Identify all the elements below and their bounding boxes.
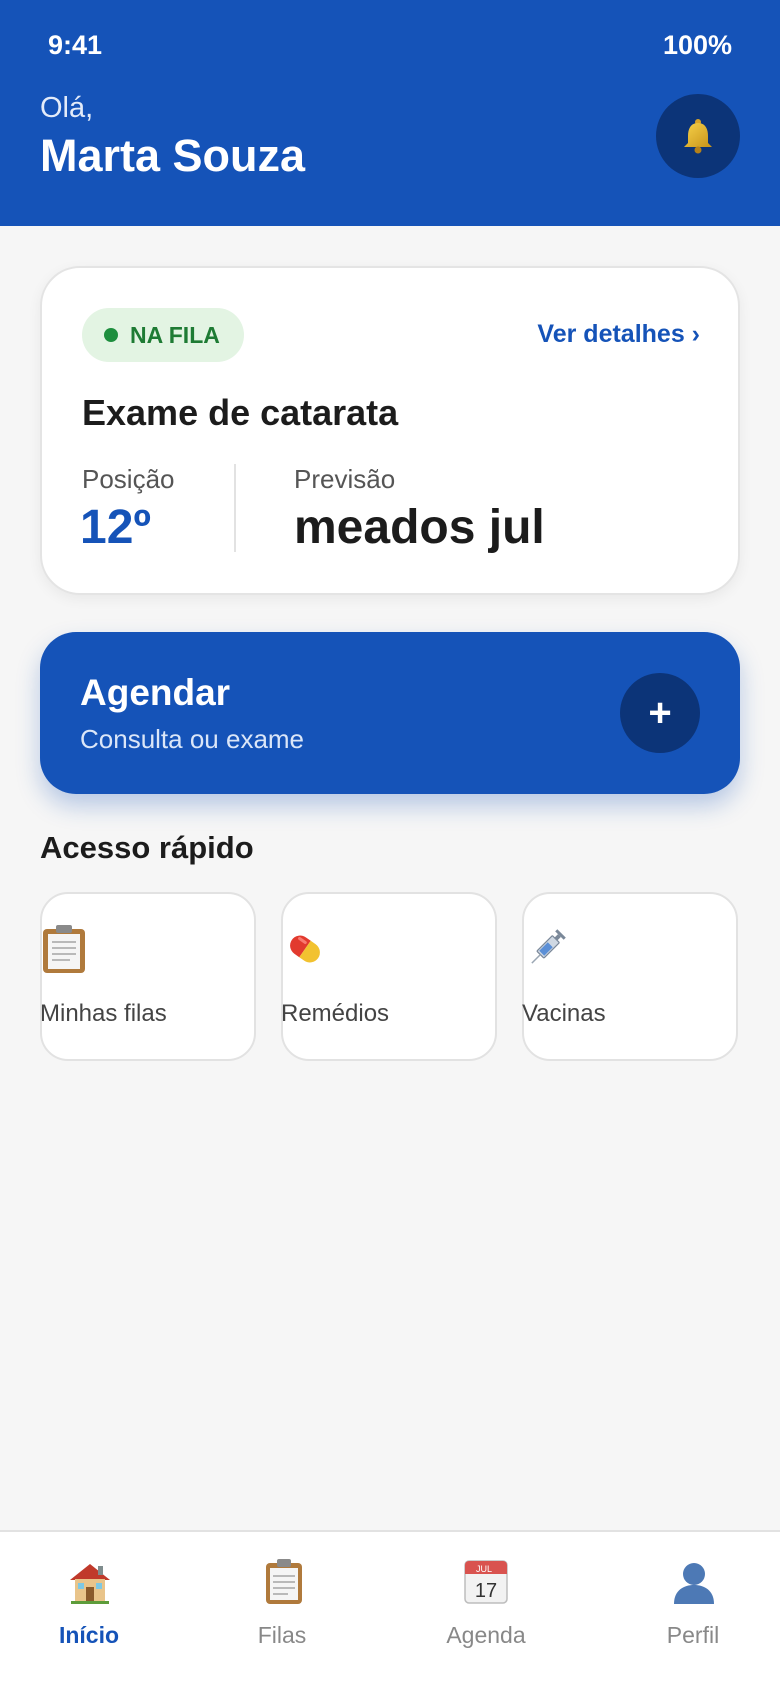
nav-label-home: Início	[58, 1622, 120, 1648]
forecast-value: meados jul	[294, 501, 545, 554]
quick-access-medicines[interactable]: Remédios	[281, 892, 497, 1061]
greeting: Olá,	[40, 92, 94, 124]
pill-icon	[290, 935, 320, 963]
nav-item-agenda[interactable]: JUL 17 Agenda	[380, 1532, 590, 1688]
nav-label-profile: Perfil	[666, 1622, 720, 1648]
queue-status-card[interactable]: NA FILA Ver detalhes › Exame de catarata…	[40, 266, 740, 595]
nav-item-queues[interactable]: Filas	[180, 1532, 380, 1688]
svg-text:17: 17	[475, 1580, 497, 1602]
quick-access-label: Minhas filas	[40, 1000, 167, 1027]
status-battery: 100%	[662, 30, 732, 60]
house-icon	[70, 1564, 110, 1604]
quick-access-title: Acesso rápido	[40, 830, 254, 865]
user-name: Marta Souza	[40, 130, 306, 181]
home-screen: 9:41 100% Olá, Marta Souza NA FILA Ver d…	[0, 0, 780, 1688]
quick-access-label: Remédios	[281, 1000, 390, 1027]
forecast-label: Previsão	[294, 464, 396, 494]
view-details-link[interactable]: Ver detalhes ›	[537, 320, 700, 349]
quick-access-label: Vacinas	[522, 1000, 606, 1027]
person-icon	[674, 1563, 714, 1604]
card-divider	[234, 464, 236, 552]
bottom-nav: Início Filas JUL 17 Agenda Perfil	[0, 1530, 780, 1688]
nav-label-queues: Filas	[257, 1622, 307, 1648]
position-label: Posição	[82, 464, 175, 494]
schedule-title: Agendar	[80, 672, 231, 713]
syringe-icon	[531, 929, 566, 964]
nav-label-agenda: Agenda	[446, 1622, 526, 1648]
calendar-icon: JUL 17	[464, 1560, 508, 1604]
position-value: 12º	[80, 501, 151, 554]
notifications-button[interactable]	[656, 94, 740, 178]
plus-icon[interactable]: +	[620, 673, 700, 753]
status-badge: NA FILA	[82, 308, 244, 362]
quick-access-my-queues[interactable]: Minhas filas	[40, 892, 256, 1061]
header: 9:41 100% Olá, Marta Souza	[0, 0, 780, 226]
quick-access-vaccines[interactable]: Vacinas	[522, 892, 738, 1061]
schedule-button[interactable]: Agendar Consulta ou exame +	[40, 632, 740, 794]
clipboard-icon	[43, 925, 85, 973]
status-time: 9:41	[48, 30, 103, 60]
svg-text:JUL: JUL	[476, 1564, 492, 1574]
status-badge-label: NA FILA	[130, 321, 220, 348]
status-dot	[104, 328, 118, 342]
exam-title: Exame de catarata	[82, 392, 399, 433]
bell-icon	[684, 119, 712, 154]
schedule-subtitle: Consulta ou exame	[80, 724, 305, 754]
clipboard-icon	[266, 1559, 302, 1604]
nav-item-home[interactable]: Início	[0, 1532, 180, 1688]
nav-item-profile[interactable]: Perfil	[590, 1532, 780, 1688]
